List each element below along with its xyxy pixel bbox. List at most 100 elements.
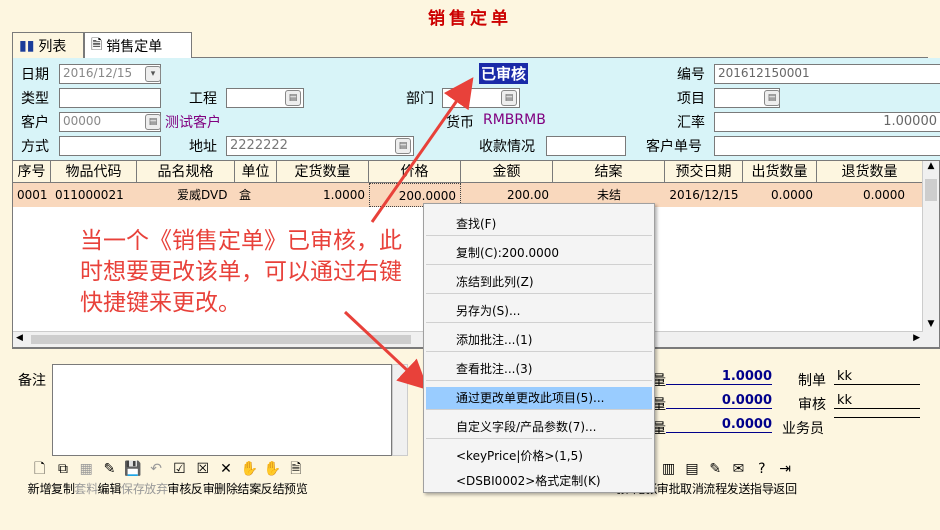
receipt-label: 收款情况 <box>479 139 535 155</box>
col-header[interactable]: 物品代码 <box>51 161 137 182</box>
toolbar-button[interactable]: ✕ 删除 <box>214 460 239 500</box>
menu-item[interactable]: <keyPrice|价格>(1,5) <box>426 445 652 468</box>
menu-separator <box>426 380 652 381</box>
toolbar-button[interactable]: 🗋 新增 <box>28 460 52 500</box>
lookup-icon[interactable]: ▤ <box>395 138 411 154</box>
number-field[interactable]: 201612150001 <box>714 64 940 84</box>
toolbar-label: 预览 <box>283 482 308 496</box>
cell[interactable]: 1.0000 <box>277 183 369 207</box>
menu-item[interactable]: 复制(C):200.0000 <box>426 242 652 265</box>
notes-textarea[interactable] <box>52 364 392 456</box>
cell[interactable]: 011000021 <box>51 183 137 207</box>
scroll-left-icon[interactable]: ◀ <box>16 333 23 343</box>
tab-list[interactable]: ▮▮ 列表 <box>12 32 84 58</box>
menu-item[interactable]: 添加批注...(1) <box>426 329 652 352</box>
cell[interactable]: 0.0000 <box>817 183 923 207</box>
scroll-right-icon[interactable]: ▶ <box>913 333 920 343</box>
cell[interactable]: 0.0000 <box>743 183 817 207</box>
toolbar-button[interactable]: ⧉ 复制 <box>51 460 75 500</box>
item-label: 项目 <box>677 91 705 107</box>
sales-value <box>834 417 920 418</box>
col-header[interactable]: 定货数量 <box>277 161 369 182</box>
scroll-thumb[interactable] <box>925 179 937 201</box>
custno-field[interactable] <box>714 136 940 156</box>
menu-separator <box>426 322 652 323</box>
menu-item[interactable]: 冻结到此列(Z) <box>426 271 652 294</box>
vertical-scrollbar[interactable]: ▲ ▼ <box>922 161 939 347</box>
menu-item[interactable]: 查看批注...(3) <box>426 358 652 381</box>
toolbar-button[interactable]: ☑ 审核 <box>167 460 191 500</box>
lookup-icon[interactable]: ▤ <box>145 114 161 130</box>
toolbar-button[interactable]: ⇥ 返回 <box>773 460 797 500</box>
method-field[interactable] <box>59 136 161 156</box>
toolbar-button[interactable]: ✋ 结案 <box>237 460 262 500</box>
lookup-icon[interactable]: ▤ <box>501 90 517 106</box>
toolbar-label: 结案 <box>237 482 262 496</box>
rate-label: 汇率 <box>677 115 705 131</box>
cell[interactable]: 0001 <box>13 183 51 207</box>
rate-field[interactable]: 1.00000 <box>714 112 940 132</box>
col-header[interactable]: 价格 <box>369 161 461 182</box>
toolbar-button[interactable]: ▦ 套料 <box>74 460 98 500</box>
menu-item[interactable]: 查找(F) <box>426 213 652 236</box>
notes-scrollbar[interactable] <box>392 364 408 456</box>
toolbar-button[interactable]: ▥ 审批 <box>657 460 681 500</box>
toolbar-button[interactable]: ✎ 流程 <box>703 460 727 500</box>
menu-item[interactable]: 另存为(S)... <box>426 300 652 323</box>
scroll-up-icon[interactable]: ▲ <box>923 161 939 171</box>
menu-separator <box>426 409 652 410</box>
cell[interactable]: 2016/12/15 <box>665 183 743 207</box>
toolbar-button[interactable]: ? 指导 <box>750 460 774 500</box>
address-field[interactable]: 2222222 <box>226 136 414 156</box>
menu-item[interactable]: 通过更改单更改此项目(5)... <box>426 387 652 410</box>
toolbar-button[interactable] <box>401 460 424 500</box>
summary-value: 1.0000 <box>666 369 772 385</box>
col-header[interactable]: 单位 <box>235 161 277 182</box>
col-header[interactable]: 序号 <box>13 161 51 182</box>
toolbar-button[interactable]: 🗎 预览 <box>283 460 308 500</box>
toolbar-button[interactable]: ✋ 反结 <box>261 460 285 500</box>
toolbar-button[interactable] <box>331 460 354 500</box>
col-header[interactable]: 退货数量 <box>817 161 923 182</box>
lookup-icon[interactable]: ▤ <box>285 90 301 106</box>
toolbar-button[interactable] <box>308 460 331 500</box>
col-header[interactable]: 预交日期 <box>665 161 743 182</box>
toolbar-button[interactable]: ✉ 发送 <box>727 460 751 500</box>
menu-separator <box>426 264 652 265</box>
menu-item[interactable]: 自定义字段/产品参数(7)... <box>426 416 652 439</box>
chevron-down-icon[interactable]: ▾ <box>145 66 161 82</box>
copy-icon: ⧉ <box>57 461 68 477</box>
blank-icon <box>357 460 375 478</box>
auditor-label: 审核 <box>798 397 826 413</box>
cell[interactable]: 爱威DVD <box>137 183 235 207</box>
lookup-icon[interactable]: ▤ <box>764 90 780 106</box>
custno-label: 客户单号 <box>646 139 702 155</box>
menu-separator <box>426 351 652 352</box>
toolbar-button[interactable]: ▤ 取消 <box>680 460 704 500</box>
toolbar-label: 删除 <box>214 482 239 496</box>
scroll-down-icon[interactable]: ▼ <box>923 319 939 329</box>
number-label: 编号 <box>677 67 705 83</box>
scroll-thumb[interactable] <box>31 335 411 344</box>
cell[interactable]: 盒 <box>235 183 277 207</box>
context-menu: 查找(F) 复制(C):200.0000 冻结到此列(Z) 另存为(S)... 添加批注… <box>423 203 655 493</box>
toolbar-button[interactable] <box>377 460 400 500</box>
receipt-field[interactable] <box>546 136 626 156</box>
toolbar-button[interactable] <box>354 460 377 500</box>
col-header[interactable]: 金额 <box>461 161 553 182</box>
col-header[interactable]: 品名规格 <box>137 161 235 182</box>
type-field[interactable] <box>59 88 161 108</box>
approve-icon: ▥ <box>662 461 676 477</box>
status-badge: 已审核 <box>479 63 529 84</box>
col-header[interactable]: 出货数量 <box>743 161 817 182</box>
customer-name: 测试客户 <box>165 115 221 131</box>
toolbar-button[interactable]: ✎ 编辑 <box>98 460 122 500</box>
menu-item[interactable]: <DSBI0002>格式定制(K) <box>426 470 652 493</box>
toolbar-button[interactable]: ↶ 放弃 <box>144 460 168 500</box>
toolbar-button[interactable]: ☒ 反审 <box>191 460 215 500</box>
tab-sales-order[interactable]: 🗎 销售定单 <box>84 32 192 59</box>
toolbar-button[interactable]: 💾 保存 <box>120 460 145 500</box>
sales-label: 业务员 <box>782 421 824 437</box>
col-header[interactable]: 结案 <box>553 161 665 182</box>
toolbar-label: 保存 <box>120 482 145 496</box>
